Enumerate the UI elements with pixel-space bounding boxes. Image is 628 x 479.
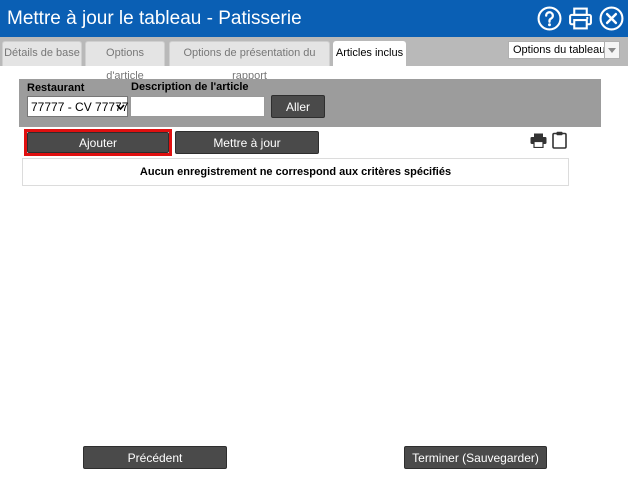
finish-save-button[interactable]: Terminer (Sauvegarder) [404, 446, 547, 469]
restaurant-select[interactable]: 77777 - CV 77777 [27, 96, 128, 117]
add-button-highlight [24, 129, 172, 156]
chevron-down-icon [604, 42, 619, 58]
description-label: Description de l'article [131, 81, 249, 93]
print-icon[interactable] [530, 133, 547, 148]
go-button[interactable]: Aller [271, 95, 325, 118]
table-options-dropdown[interactable]: Options du tableau [508, 41, 620, 59]
title-icons [537, 6, 624, 31]
results-table: Aucun enregistrement ne correspond aux c… [22, 158, 569, 186]
help-icon[interactable] [537, 6, 562, 31]
update-button[interactable]: Mettre à jour [175, 131, 319, 154]
title-bar: Mettre à jour le tableau - Patisserie [0, 0, 628, 37]
close-icon[interactable] [599, 6, 624, 31]
description-input[interactable] [130, 96, 265, 117]
tab-options-presentation[interactable]: Options de présentation du rapport [169, 41, 330, 82]
empty-results-message: Aucun enregistrement ne correspond aux c… [139, 166, 452, 178]
chevron-down-icon [116, 104, 125, 111]
tab-articles-inclus[interactable]: Articles inclus [333, 41, 406, 66]
clipboard-icon[interactable] [552, 131, 567, 149]
restaurant-select-value: 77777 - CV 77777 [31, 100, 129, 114]
previous-button[interactable]: Précédent [83, 446, 227, 469]
tab-options-article[interactable]: Options d'article [85, 41, 165, 82]
restaurant-label: Restaurant [27, 82, 85, 94]
table-options-label: Options du tableau [513, 44, 606, 56]
window-title: Mettre à jour le tableau - Patisserie [7, 8, 302, 29]
print-icon[interactable] [568, 6, 593, 31]
tab-details-de-base[interactable]: Détails de base [2, 41, 82, 66]
